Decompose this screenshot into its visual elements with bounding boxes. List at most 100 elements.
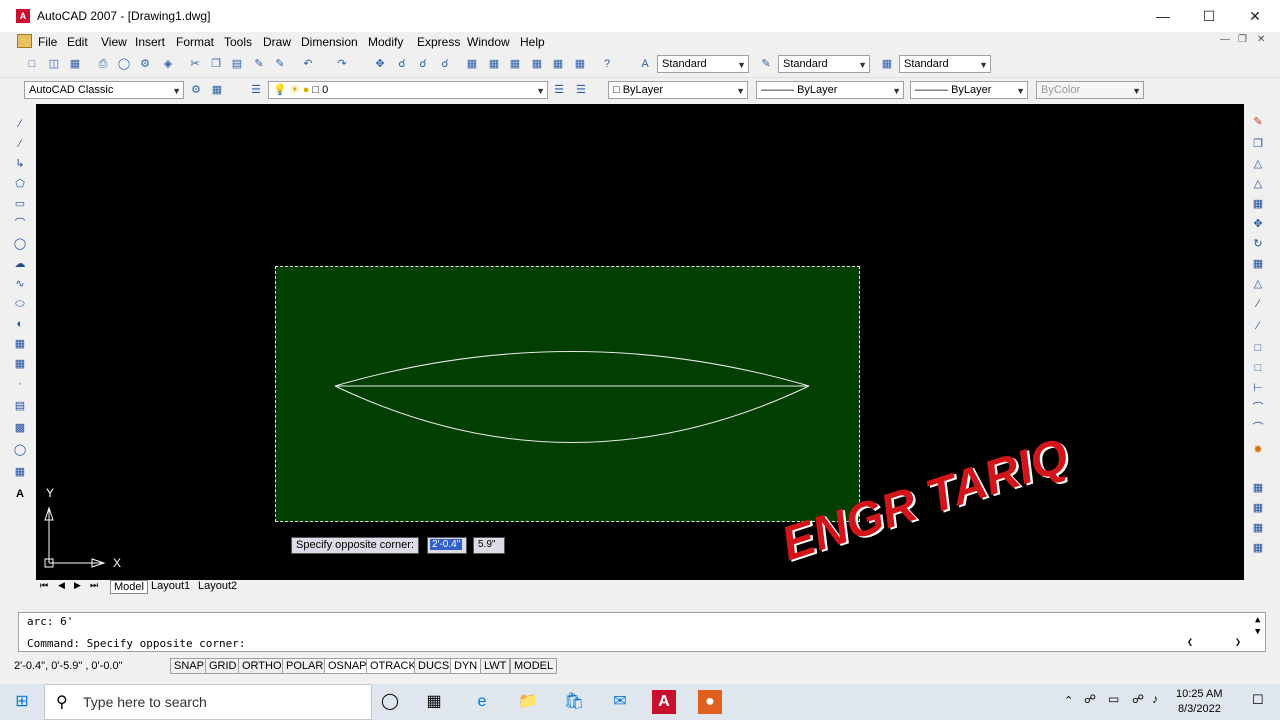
gradient-icon[interactable]: ▩ xyxy=(12,420,28,436)
menu-view[interactable]: View xyxy=(99,33,129,51)
join-icon[interactable]: ⊢ xyxy=(1250,380,1266,396)
grid-toggle[interactable]: GRID xyxy=(205,658,241,674)
properties-icon[interactable]: ▦ xyxy=(464,56,480,72)
match-properties-icon[interactable]: ✎ xyxy=(251,56,267,72)
dim-style-icon[interactable]: ✎ xyxy=(758,56,774,72)
rectangle-icon[interactable]: ▭ xyxy=(12,196,28,212)
line-icon[interactable]: ∕ xyxy=(12,116,28,132)
polyline-icon[interactable]: ↳ xyxy=(12,156,28,172)
menu-window[interactable]: Window xyxy=(465,33,512,51)
tray-network-icon[interactable]: ☍ xyxy=(1084,692,1096,706)
bring-above-icon[interactable]: ▦ xyxy=(1250,540,1266,556)
construction-line-icon[interactable]: ∕ xyxy=(12,136,28,152)
zoom-window-icon[interactable]: ☌ xyxy=(415,56,431,72)
recorder-taskbar-icon[interactable]: ● xyxy=(698,690,722,714)
cortana-icon[interactable]: ◯ xyxy=(378,690,402,714)
paste-icon[interactable]: ▤ xyxy=(229,56,245,72)
explode-icon[interactable]: ✸ xyxy=(1250,442,1266,458)
make-block-icon[interactable]: ▦ xyxy=(12,356,28,372)
block-editor-icon[interactable]: ✎ xyxy=(272,56,288,72)
mail-icon[interactable]: ✉ xyxy=(608,690,632,714)
dyn-toggle[interactable]: DYN xyxy=(450,658,482,674)
send-to-back-icon[interactable]: ▦ xyxy=(1250,520,1266,536)
array-icon[interactable]: ▦ xyxy=(1250,196,1266,212)
coordinate-display[interactable]: 2'-0.4", 0'-5.9" , 0'-0.0" xyxy=(14,660,123,672)
pan-icon[interactable]: ✥ xyxy=(372,56,388,72)
scroll-right-icon[interactable]: ❯ xyxy=(1235,637,1241,648)
linetype-select[interactable]: ——— ByLayer ▼ xyxy=(756,81,904,99)
publish-icon[interactable]: ⚙ xyxy=(137,56,153,72)
tool-palettes-icon[interactable]: ▦ xyxy=(507,56,523,72)
model-toggle[interactable]: MODEL xyxy=(510,658,558,674)
multiline-text-icon[interactable]: A xyxy=(12,486,28,502)
task-view-icon[interactable]: ▦ xyxy=(422,690,446,714)
clock-date[interactable]: 8/3/2022 xyxy=(1178,703,1221,715)
cut-icon[interactable]: ✂ xyxy=(187,56,203,72)
text-style-icon[interactable]: A xyxy=(637,56,653,72)
tab-first-icon[interactable]: ⏮ xyxy=(40,580,48,591)
break-icon[interactable]: □ xyxy=(1250,360,1266,376)
table-icon[interactable]: ▦ xyxy=(12,464,28,480)
menu-insert[interactable]: Insert xyxy=(133,33,167,51)
autocad-taskbar-icon[interactable]: A xyxy=(652,690,676,714)
otrack-toggle[interactable]: OTRACK xyxy=(366,658,420,674)
maximize-button[interactable]: ☐ xyxy=(1186,0,1232,32)
ellipse-icon[interactable]: ⬭ xyxy=(12,296,28,312)
tray-chevron-icon[interactable]: ⌃ xyxy=(1064,694,1073,707)
text-style-select[interactable]: Standard ▼ xyxy=(657,55,749,73)
zoom-realtime-icon[interactable]: ☌ xyxy=(394,56,410,72)
3d-dwf-icon[interactable]: ◈ xyxy=(160,56,176,72)
doc-close-icon[interactable]: ✕ xyxy=(1257,34,1265,45)
sheet-set-icon[interactable]: ▦ xyxy=(529,56,545,72)
open-icon[interactable]: ◫ xyxy=(46,56,62,72)
tab-last-icon[interactable]: ⏭ xyxy=(90,580,98,591)
document-icon[interactable] xyxy=(17,34,32,48)
extend-icon[interactable]: ∕ xyxy=(1250,318,1266,334)
menu-dimension[interactable]: Dimension xyxy=(299,33,360,51)
stretch-icon[interactable]: △ xyxy=(1250,276,1266,292)
menu-edit[interactable]: Edit xyxy=(65,33,90,51)
arc-icon[interactable]: ⌒ xyxy=(12,216,28,232)
doc-minimize-icon[interactable]: — xyxy=(1220,34,1230,45)
region-icon[interactable]: ◯ xyxy=(12,442,28,458)
clock-time[interactable]: 10:25 AM xyxy=(1176,688,1222,700)
bring-to-front-icon[interactable]: ▦ xyxy=(1250,500,1266,516)
osnap-toggle[interactable]: OSNAP xyxy=(324,658,371,674)
dim-style-select[interactable]: Standard ▼ xyxy=(778,55,870,73)
tab-prev-icon[interactable]: ◀ xyxy=(58,580,65,591)
move-icon[interactable]: ✥ xyxy=(1250,216,1266,232)
mirror-icon[interactable]: △ xyxy=(1250,156,1266,172)
ortho-toggle[interactable]: ORTHO xyxy=(238,658,286,674)
menu-help[interactable]: Help xyxy=(518,33,547,51)
copy-icon[interactable]: ❐ xyxy=(208,56,224,72)
layer-manager-icon[interactable]: ☰ xyxy=(248,82,264,98)
hatch-icon[interactable]: ▤ xyxy=(12,398,28,414)
edge-icon[interactable]: e xyxy=(470,690,494,714)
scroll-left-icon[interactable]: ❮ xyxy=(1187,637,1193,648)
menu-file[interactable]: File xyxy=(36,33,59,51)
workspace-save-icon[interactable]: ▦ xyxy=(209,82,225,98)
taskbar-search-input[interactable]: Type here to search xyxy=(44,684,372,720)
polygon-icon[interactable]: ⬠ xyxy=(12,176,28,192)
rotate-icon[interactable]: ↻ xyxy=(1250,236,1266,252)
new-icon[interactable]: □ xyxy=(24,56,40,72)
tab-layout1[interactable]: Layout1 xyxy=(148,580,193,594)
calculator-icon[interactable]: ▦ xyxy=(572,56,588,72)
break-at-point-icon[interactable]: □ xyxy=(1250,340,1266,356)
insert-block-icon[interactable]: ▦ xyxy=(12,336,28,352)
menu-draw[interactable]: Draw xyxy=(261,33,293,51)
ducs-toggle[interactable]: DUCS xyxy=(414,658,454,674)
offset-icon[interactable]: △ xyxy=(1250,176,1266,192)
autocad-app-icon[interactable]: A xyxy=(16,9,30,23)
dynamic-input-x[interactable]: 2'-0.4" xyxy=(427,537,467,554)
draw-order-icon[interactable]: ▦ xyxy=(1250,480,1266,496)
fillet-icon[interactable]: ⌒ xyxy=(1250,420,1266,436)
tray-wifi-icon[interactable]: ☍ xyxy=(1132,692,1144,706)
menu-tools[interactable]: Tools xyxy=(222,33,254,51)
scale-icon[interactable]: ▦ xyxy=(1250,256,1266,272)
menu-format[interactable]: Format xyxy=(174,33,216,51)
plot-icon[interactable]: ⎙ xyxy=(95,56,111,72)
file-explorer-icon[interactable]: 📁 xyxy=(516,690,540,714)
markup-icon[interactable]: ▦ xyxy=(550,56,566,72)
zoom-previous-icon[interactable]: ☌ xyxy=(437,56,453,72)
